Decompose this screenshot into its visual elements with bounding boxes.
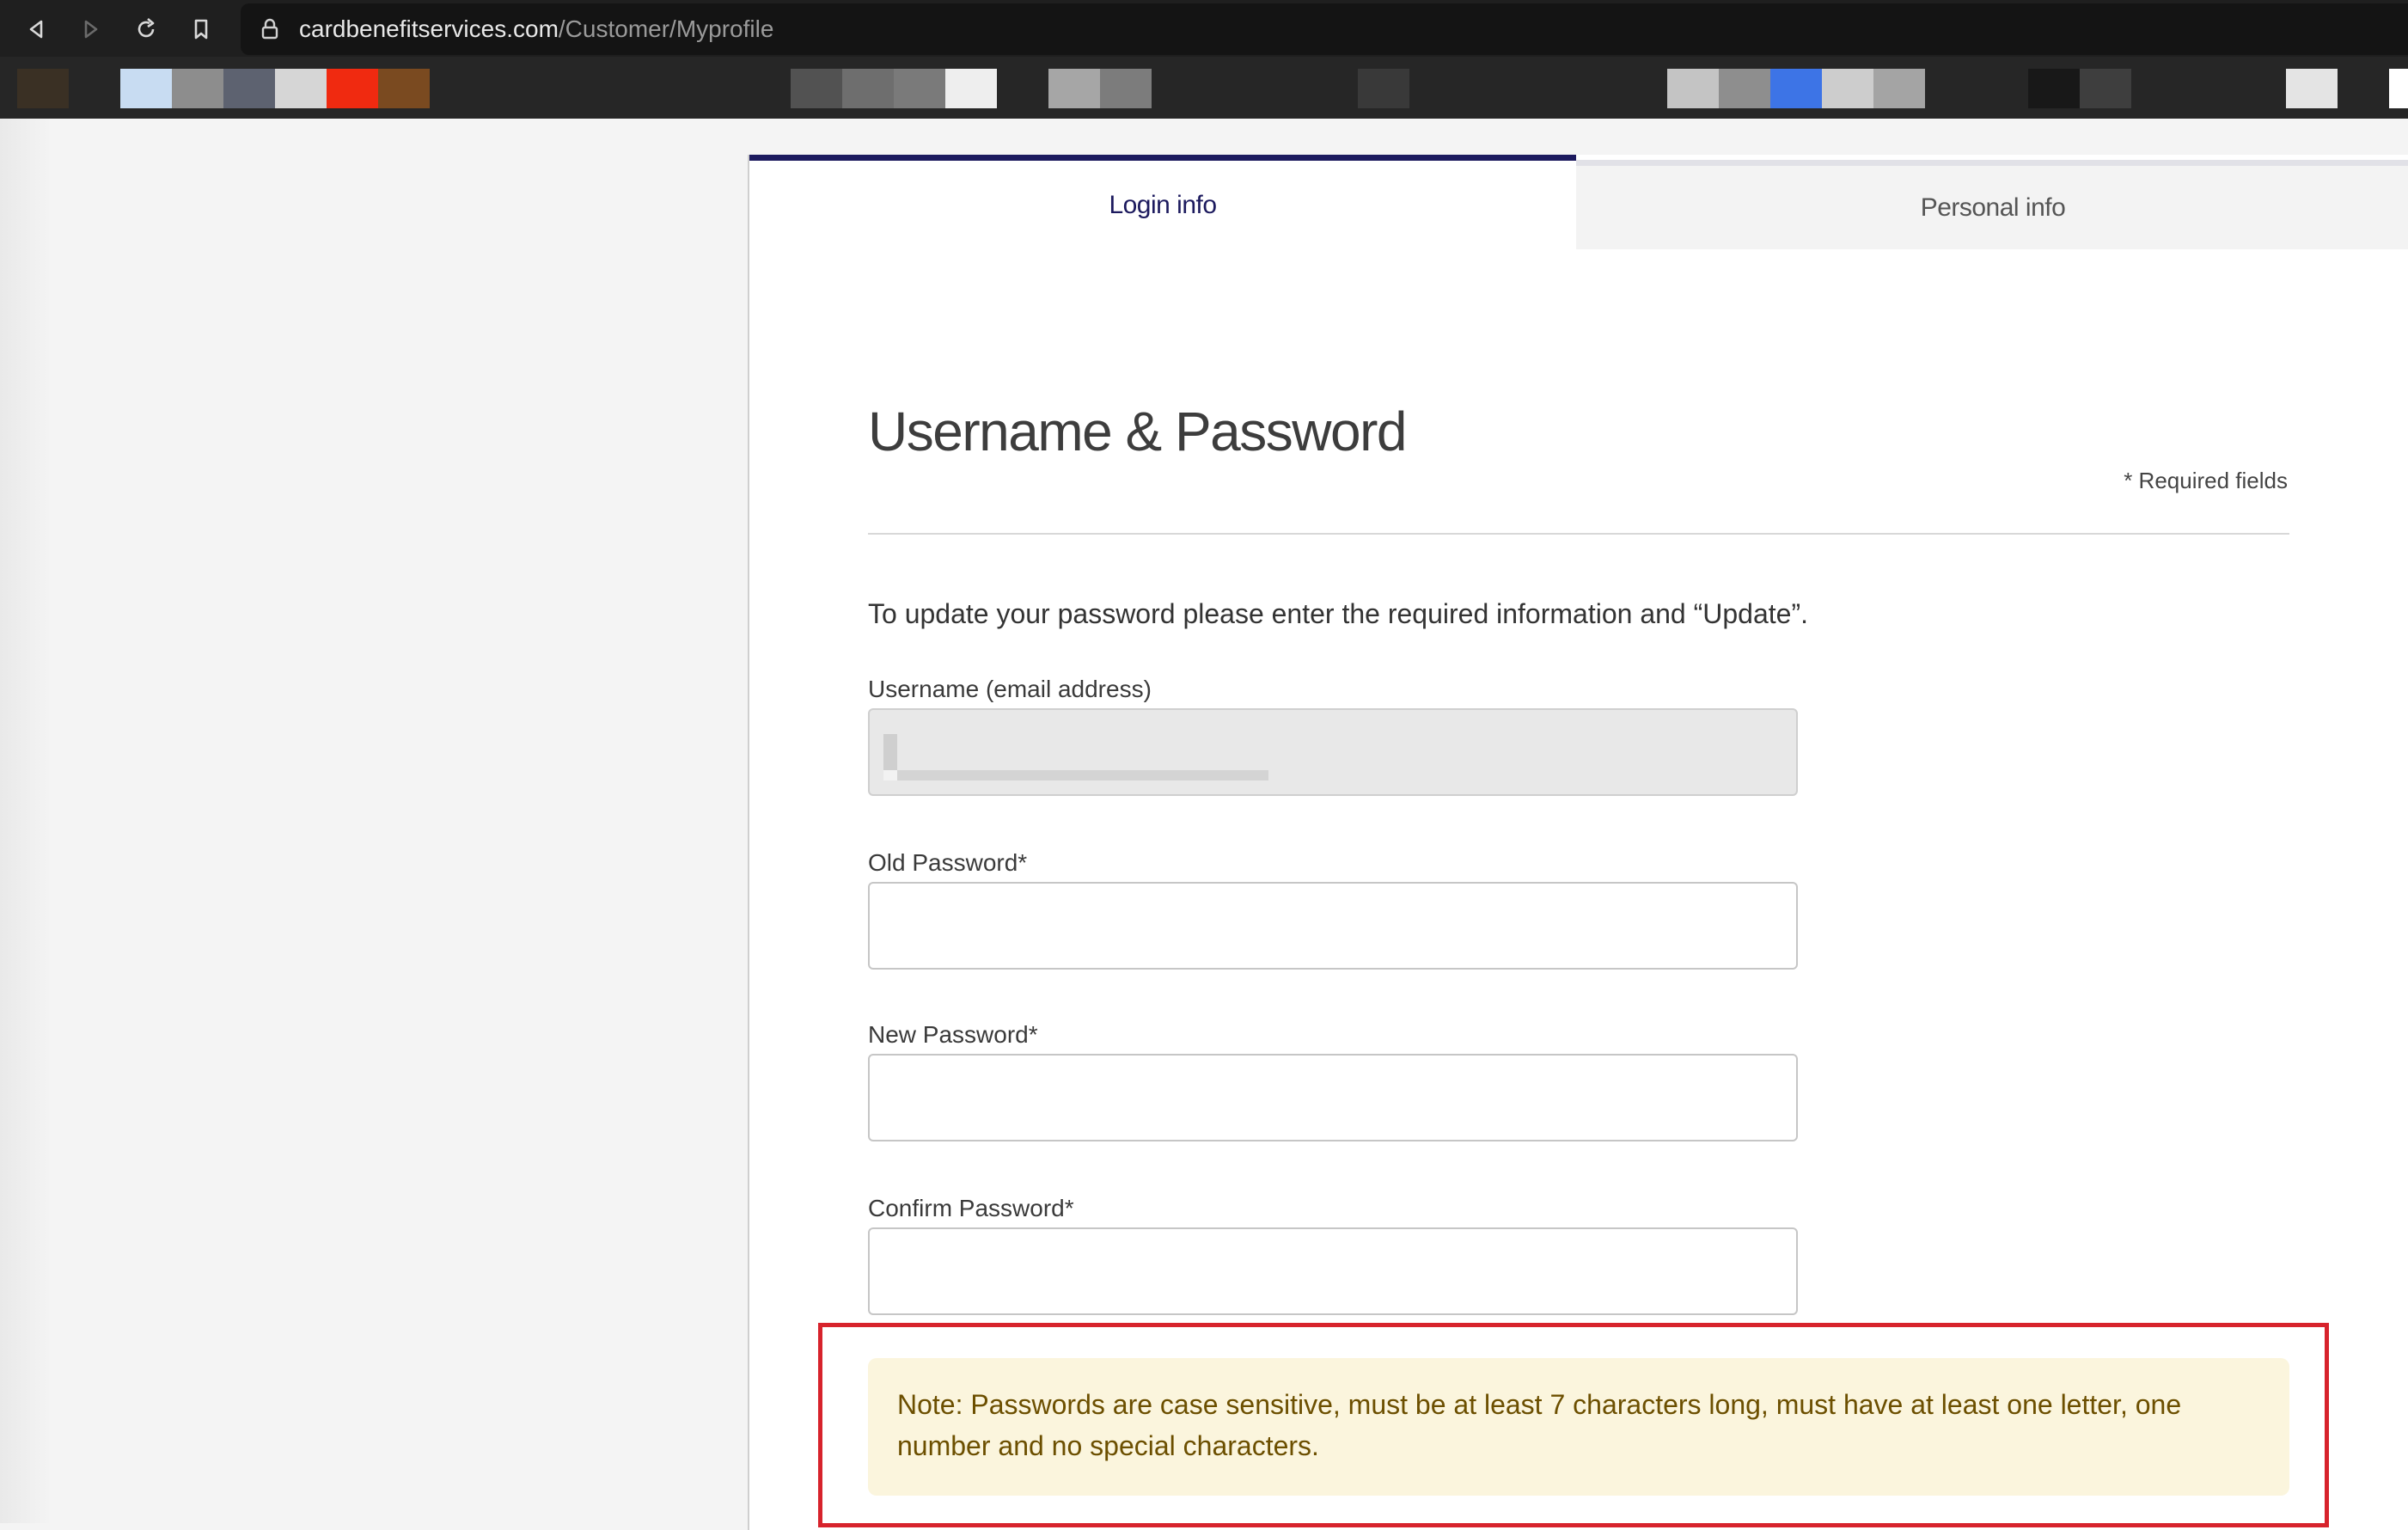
page-content: Login info Personal info Username & Pass…	[0, 119, 2408, 1530]
divider	[868, 533, 2289, 535]
new-password-field[interactable]	[868, 1054, 1798, 1141]
bookmark-item[interactable]	[378, 69, 430, 108]
bookmark-item[interactable]	[2389, 69, 2408, 108]
tab-personal-info[interactable]: Personal info	[1576, 160, 2408, 249]
browser-toolbar: cardbenefitservices.com/Customer/Myprofi…	[0, 0, 2408, 57]
bookmark-item[interactable]	[172, 69, 223, 108]
bookmark-item[interactable]	[2286, 69, 2338, 108]
password-rules-note: Note: Passwords are case sensitive, must…	[868, 1358, 2289, 1496]
bookmark-item[interactable]	[1822, 69, 1873, 108]
bookmark-item[interactable]	[1358, 69, 1409, 108]
bookmark-item[interactable]	[1048, 69, 1100, 108]
redacted-value-bar	[883, 770, 1268, 780]
bookmark-item[interactable]	[945, 69, 997, 108]
url-path: /Customer/Myprofile	[558, 15, 774, 42]
redacted-value-dot	[883, 770, 897, 780]
bookmark-item[interactable]	[327, 69, 378, 108]
redacted-value	[883, 734, 897, 770]
bookmark-item[interactable]	[1873, 69, 1925, 108]
bookmark-item[interactable]	[120, 69, 172, 108]
bookmark-item[interactable]	[2080, 69, 2131, 108]
page-gutter	[0, 119, 52, 1523]
intro-text: To update your password please enter the…	[868, 598, 1808, 629]
required-fields-note: * Required fields	[2124, 468, 2288, 493]
username-field	[868, 708, 1798, 796]
bookmark-item[interactable]	[1770, 69, 1822, 108]
address-bar[interactable]: cardbenefitservices.com/Customer/Myprofi…	[241, 3, 2408, 55]
bookmark-item[interactable]	[1100, 69, 1152, 108]
reload-icon[interactable]	[127, 10, 165, 48]
username-label: Username (email address)	[868, 676, 1152, 702]
url-host: cardbenefitservices.com	[299, 15, 559, 42]
bookmark-item[interactable]	[2028, 69, 2080, 108]
bookmark-item[interactable]	[842, 69, 894, 108]
confirm-password-field[interactable]	[868, 1227, 1798, 1315]
bookmarks-bar	[0, 57, 2408, 119]
lock-icon	[261, 18, 278, 40]
old-password-label: Old Password*	[868, 849, 1028, 876]
profile-card: Login info Personal info Username & Pass…	[748, 155, 2408, 1530]
section-title: Username & Password	[868, 401, 1407, 462]
forward-icon[interactable]	[72, 10, 110, 48]
bookmark-item[interactable]	[17, 69, 69, 108]
bookmark-item[interactable]	[223, 69, 275, 108]
tab-login-info[interactable]: Login info	[749, 155, 1576, 249]
confirm-password-label: Confirm Password*	[868, 1195, 1074, 1221]
bookmark-item[interactable]	[894, 69, 945, 108]
old-password-field[interactable]	[868, 882, 1798, 970]
new-password-label: New Password*	[868, 1021, 1038, 1048]
bookmark-item[interactable]	[1719, 69, 1770, 108]
bookmark-item[interactable]	[1667, 69, 1719, 108]
bookmark-item[interactable]	[791, 69, 842, 108]
bookmark-icon[interactable]	[182, 10, 220, 48]
back-icon[interactable]	[17, 10, 55, 48]
bookmark-item[interactable]	[275, 69, 327, 108]
